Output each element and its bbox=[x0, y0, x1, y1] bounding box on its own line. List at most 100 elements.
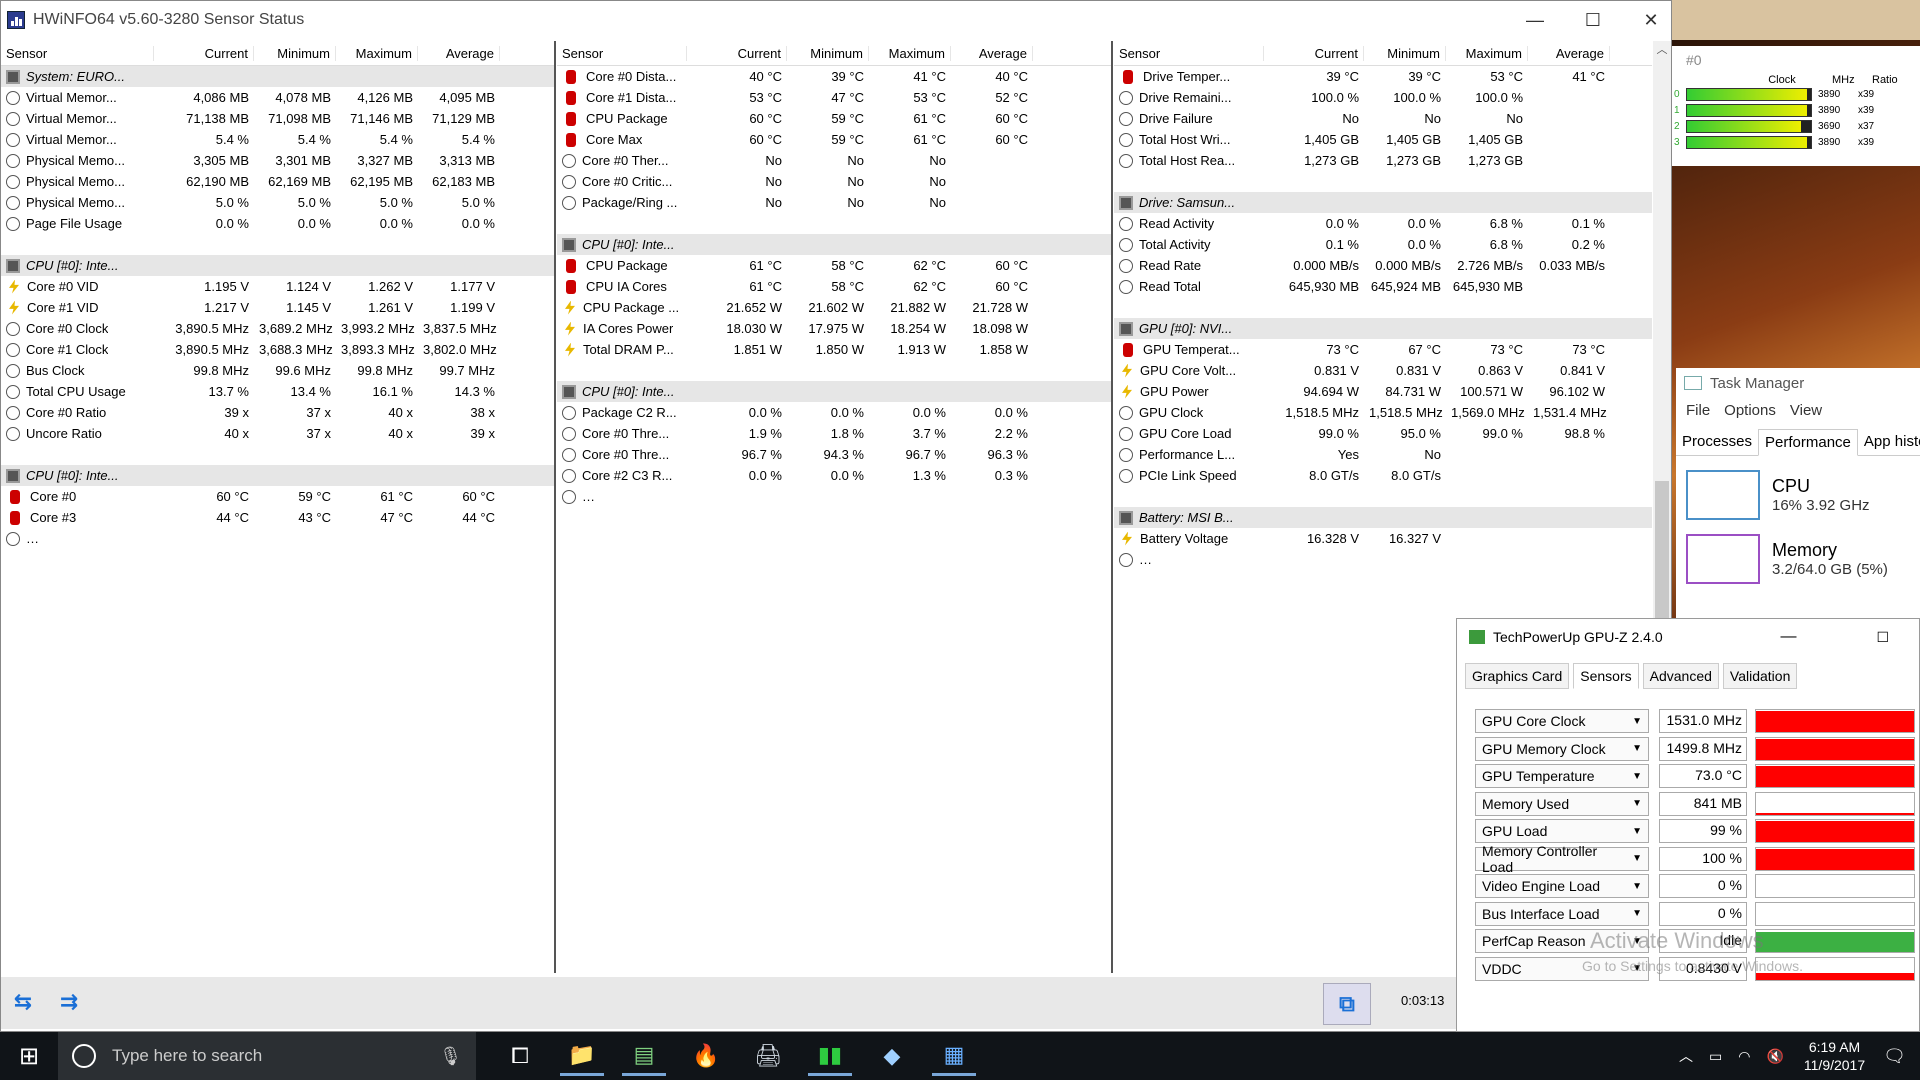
sensor-dropdown[interactable]: GPU Core Clock ▼ bbox=[1475, 709, 1649, 733]
sensor-group-header[interactable]: System: EURO... bbox=[1, 66, 554, 87]
sensor-row[interactable]: Total Activity 0.1 % 0.0 % 6.8 % 0.2 % bbox=[1114, 234, 1652, 255]
maximize-button[interactable]: ☐ bbox=[1564, 1, 1622, 39]
perf-memory-item[interactable]: Memory 3.2/64.0 GB (5%) bbox=[1686, 534, 1910, 584]
sensor-row[interactable]: Total DRAM P... 1.851 W 1.850 W 1.913 W 1.85… bbox=[557, 339, 1111, 360]
sensor-group-header[interactable]: CPU [#0]: Inte... bbox=[1, 255, 554, 276]
sensor-row[interactable]: Total Host Rea... 1,273 GB 1,273 GB 1,273 G… bbox=[1114, 150, 1652, 171]
column-header[interactable]: Average bbox=[1528, 45, 1610, 61]
sensor-group-header[interactable]: GPU [#0]: NVI... bbox=[1114, 318, 1652, 339]
sensor-group-header[interactable]: Drive: Samsun... bbox=[1114, 192, 1652, 213]
column-header[interactable]: Minimum bbox=[254, 45, 336, 61]
chevron-down-icon[interactable]: ▼ bbox=[1632, 743, 1642, 754]
sensor-group-header[interactable]: CPU [#0]: Inte... bbox=[557, 234, 1111, 255]
sensor-row[interactable]: Core #1 VID 1.217 V 1.145 V 1.261 V 1.199 V bbox=[1, 297, 554, 318]
sensor-row[interactable]: Total CPU Usage 13.7 % 13.4 % 16.1 % 14.3 % bbox=[1, 381, 554, 402]
tab-sensors[interactable]: Sensors bbox=[1573, 663, 1639, 689]
menu-view[interactable]: View bbox=[1790, 402, 1822, 419]
microphone-icon[interactable]: 🎙 bbox=[439, 1046, 462, 1067]
sensor-row[interactable]: Physical Memo... 62,190 MB 62,169 MB 62,195… bbox=[1, 171, 554, 192]
sensor-row[interactable]: Read Activity 0.0 % 0.0 % 6.8 % 0.1 % bbox=[1114, 213, 1652, 234]
column-header[interactable]: Current bbox=[687, 45, 787, 61]
sensor-row[interactable]: GPU Core Load 99.0 % 95.0 % 99.0 % 98.8 % bbox=[1114, 423, 1652, 444]
sensor-group-header[interactable]: CPU [#0]: Inte... bbox=[1, 465, 554, 486]
expand-arrows-icon[interactable]: ⇆ bbox=[3, 987, 43, 1017]
sensor-row[interactable]: Core #1 Clock 3,890.5 MHz 3,688.3 MHz 3,893… bbox=[1, 339, 554, 360]
sensor-row[interactable]: Drive Temper... 39 °C 39 °C 53 °C 41 °C bbox=[1114, 66, 1652, 87]
sensor-row[interactable]: GPU Clock 1,518.5 MHz 1,518.5 MHz 1,569.0 M… bbox=[1114, 402, 1652, 423]
notification-icon[interactable]: 🗨 bbox=[1883, 1046, 1906, 1067]
sensor-row[interactable]: Performance L... Yes No bbox=[1114, 444, 1652, 465]
disk-tool-icon[interactable]: ◆ bbox=[870, 1036, 914, 1076]
sensor-dropdown[interactable]: Bus Interface Load ▼ bbox=[1475, 901, 1649, 926]
sensor-row[interactable]: Read Rate 0.000 MB/s 0.000 MB/s 2.726 MB/s 0… bbox=[1114, 255, 1652, 276]
sensor-group-header[interactable]: CPU [#0]: Inte... bbox=[557, 381, 1111, 402]
column-header[interactable]: Minimum bbox=[1364, 45, 1446, 61]
chevron-down-icon[interactable]: ▼ bbox=[1632, 771, 1642, 782]
sensor-row[interactable]: Core #0 Ther... No No No bbox=[557, 150, 1111, 171]
sensor-row[interactable]: PCIe Link Speed 8.0 GT/s 8.0 GT/s bbox=[1114, 465, 1652, 486]
sensor-row[interactable]: CPU Package 61 °C 58 °C 62 °C 60 °C bbox=[557, 255, 1111, 276]
column-header[interactable]: Current bbox=[154, 45, 254, 61]
sensor-panel-1[interactable]: Sensor Current Minimum Maximum Average System… bbox=[1, 41, 556, 973]
chevron-down-icon[interactable]: ▼ bbox=[1632, 853, 1642, 864]
sensor-row[interactable]: Uncore Ratio 40 x 37 x 40 x 39 x bbox=[1, 423, 554, 444]
column-header[interactable]: Maximum bbox=[1446, 45, 1528, 61]
sensor-row[interactable]: Page File Usage 0.0 % 0.0 % 0.0 % 0.0 % bbox=[1, 213, 554, 234]
hwinfo-sensor-window[interactable]: HWiNFO64 v5.60-3280 Sensor Status — ☐ ✕ … bbox=[0, 0, 1673, 1032]
column-header[interactable]: Current bbox=[1264, 45, 1364, 61]
minimize-button[interactable]: — bbox=[1506, 1, 1564, 39]
tab-graphics-card[interactable]: Graphics Card bbox=[1465, 663, 1570, 689]
hwinfo-monitor-icon[interactable]: ▮▮ bbox=[808, 1036, 852, 1076]
sensor-row[interactable]: Drive Failure No No No bbox=[1114, 108, 1652, 129]
column-header[interactable]: Sensor bbox=[557, 45, 687, 61]
sensor-dropdown[interactable]: Video Engine Load ▼ bbox=[1475, 874, 1649, 898]
tab-validation[interactable]: Validation bbox=[1722, 663, 1798, 689]
sensor-row[interactable]: Bus Clock 99.8 MHz 99.6 MHz 99.8 MHz 99.7 MH… bbox=[1, 360, 554, 381]
sensor-row[interactable]: Core #0 Ratio 39 x 37 x 40 x 38 x bbox=[1, 402, 554, 423]
sensor-row[interactable]: CPU Package ... 21.652 W 21.602 W 21.882 W 2… bbox=[557, 297, 1111, 318]
start-button[interactable]: ⊞ bbox=[0, 1032, 58, 1080]
sensor-row[interactable]: Read Total 645,930 MB 645,924 MB 645,930 MB bbox=[1114, 276, 1652, 297]
sensor-row[interactable]: Core #1 Dista... 53 °C 47 °C 53 °C 52 °C bbox=[557, 87, 1111, 108]
sensor-dropdown[interactable]: Memory Used ▼ bbox=[1475, 791, 1649, 816]
sensor-row[interactable]: Virtual Memor... 5.4 % 5.4 % 5.4 % 5.4 % bbox=[1, 129, 554, 150]
sensor-row[interactable]: IA Cores Power 18.030 W 17.975 W 18.254 W 18… bbox=[557, 318, 1111, 339]
column-header[interactable]: Maximum bbox=[336, 45, 418, 61]
sensor-row[interactable]: Virtual Memor... 71,138 MB 71,098 MB 71,146… bbox=[1, 108, 554, 129]
sensor-row[interactable]: Virtual Memor... 4,086 MB 4,078 MB 4,126 MB… bbox=[1, 87, 554, 108]
sensor-row[interactable]: Core Max 60 °C 59 °C 61 °C 60 °C bbox=[557, 129, 1111, 150]
chevron-down-icon[interactable]: ▼ bbox=[1632, 908, 1642, 919]
sensor-row[interactable]: Core #0 Dista... 40 °C 39 °C 41 °C 40 °C bbox=[557, 66, 1111, 87]
search-box[interactable]: Type here to search 🎙 bbox=[58, 1032, 476, 1080]
sensor-row[interactable]: Core #0 Clock 3,890.5 MHz 3,689.2 MHz 3,993… bbox=[1, 318, 554, 339]
column-header[interactable]: Maximum bbox=[869, 45, 951, 61]
sensor-row[interactable]: Package/Ring ... No No No bbox=[557, 192, 1111, 213]
hwinfo-titlebar[interactable]: HWiNFO64 v5.60-3280 Sensor Status — ☐ ✕ bbox=[1, 1, 1671, 39]
wifi-icon[interactable]: ◠ bbox=[1738, 1048, 1750, 1065]
sensor-row[interactable]: Core #3 44 °C 43 °C 47 °C 44 °C bbox=[1, 507, 554, 528]
task-manager-titlebar[interactable]: Task Manager bbox=[1676, 368, 1920, 398]
sensor-row[interactable]: Physical Memo... 3,305 MB 3,301 MB 3,327 MB… bbox=[1, 150, 554, 171]
network-monitor-icon[interactable]: ⧉ bbox=[1323, 983, 1371, 1025]
sensor-group-header[interactable]: Battery: MSI B... bbox=[1114, 507, 1652, 528]
volume-icon[interactable]: 🔇 bbox=[1766, 1048, 1783, 1065]
scroll-up-icon[interactable]: ︿ bbox=[1653, 41, 1671, 57]
sensor-row[interactable]: Core #0 Thre... 96.7 % 94.3 % 96.7 % 96.3 % bbox=[557, 444, 1111, 465]
sensor-row[interactable]: Total Host Wri... 1,405 GB 1,405 GB 1,405 G… bbox=[1114, 129, 1652, 150]
menu-options[interactable]: Options bbox=[1724, 402, 1776, 419]
sensor-dropdown[interactable]: GPU Memory Clock ▼ bbox=[1475, 736, 1649, 761]
sensor-row[interactable]: GPU Core Volt... 0.831 V 0.831 V 0.863 V 0.8… bbox=[1114, 360, 1652, 381]
column-header[interactable]: Sensor bbox=[1114, 45, 1264, 61]
sensor-row[interactable]: Core #0 60 °C 59 °C 61 °C 60 °C bbox=[1, 486, 554, 507]
close-button[interactable]: ✕ bbox=[1622, 1, 1680, 39]
sensor-row[interactable]: Core #0 Thre... 1.9 % 1.8 % 3.7 % 2.2 % bbox=[557, 423, 1111, 444]
task-manager-taskbar-icon[interactable]: ▦ bbox=[932, 1036, 976, 1076]
column-header[interactable]: Minimum bbox=[787, 45, 869, 61]
sensor-panel-2[interactable]: Sensor Current Minimum Maximum Average Core #… bbox=[557, 41, 1113, 973]
sensor-row[interactable]: Core #2 C3 R... 0.0 % 0.0 % 1.3 % 0.3 % bbox=[557, 465, 1111, 486]
column-header[interactable]: Average bbox=[418, 45, 500, 61]
sensor-row[interactable]: Core #0 VID 1.195 V 1.124 V 1.262 V 1.177 V bbox=[1, 276, 554, 297]
sensor-row[interactable]: CPU Package 60 °C 59 °C 61 °C 60 °C bbox=[557, 108, 1111, 129]
sensor-row[interactable]: GPU Power 94.694 W 84.731 W 100.571 W 96.102… bbox=[1114, 381, 1652, 402]
chevron-down-icon[interactable]: ▼ bbox=[1632, 716, 1642, 727]
